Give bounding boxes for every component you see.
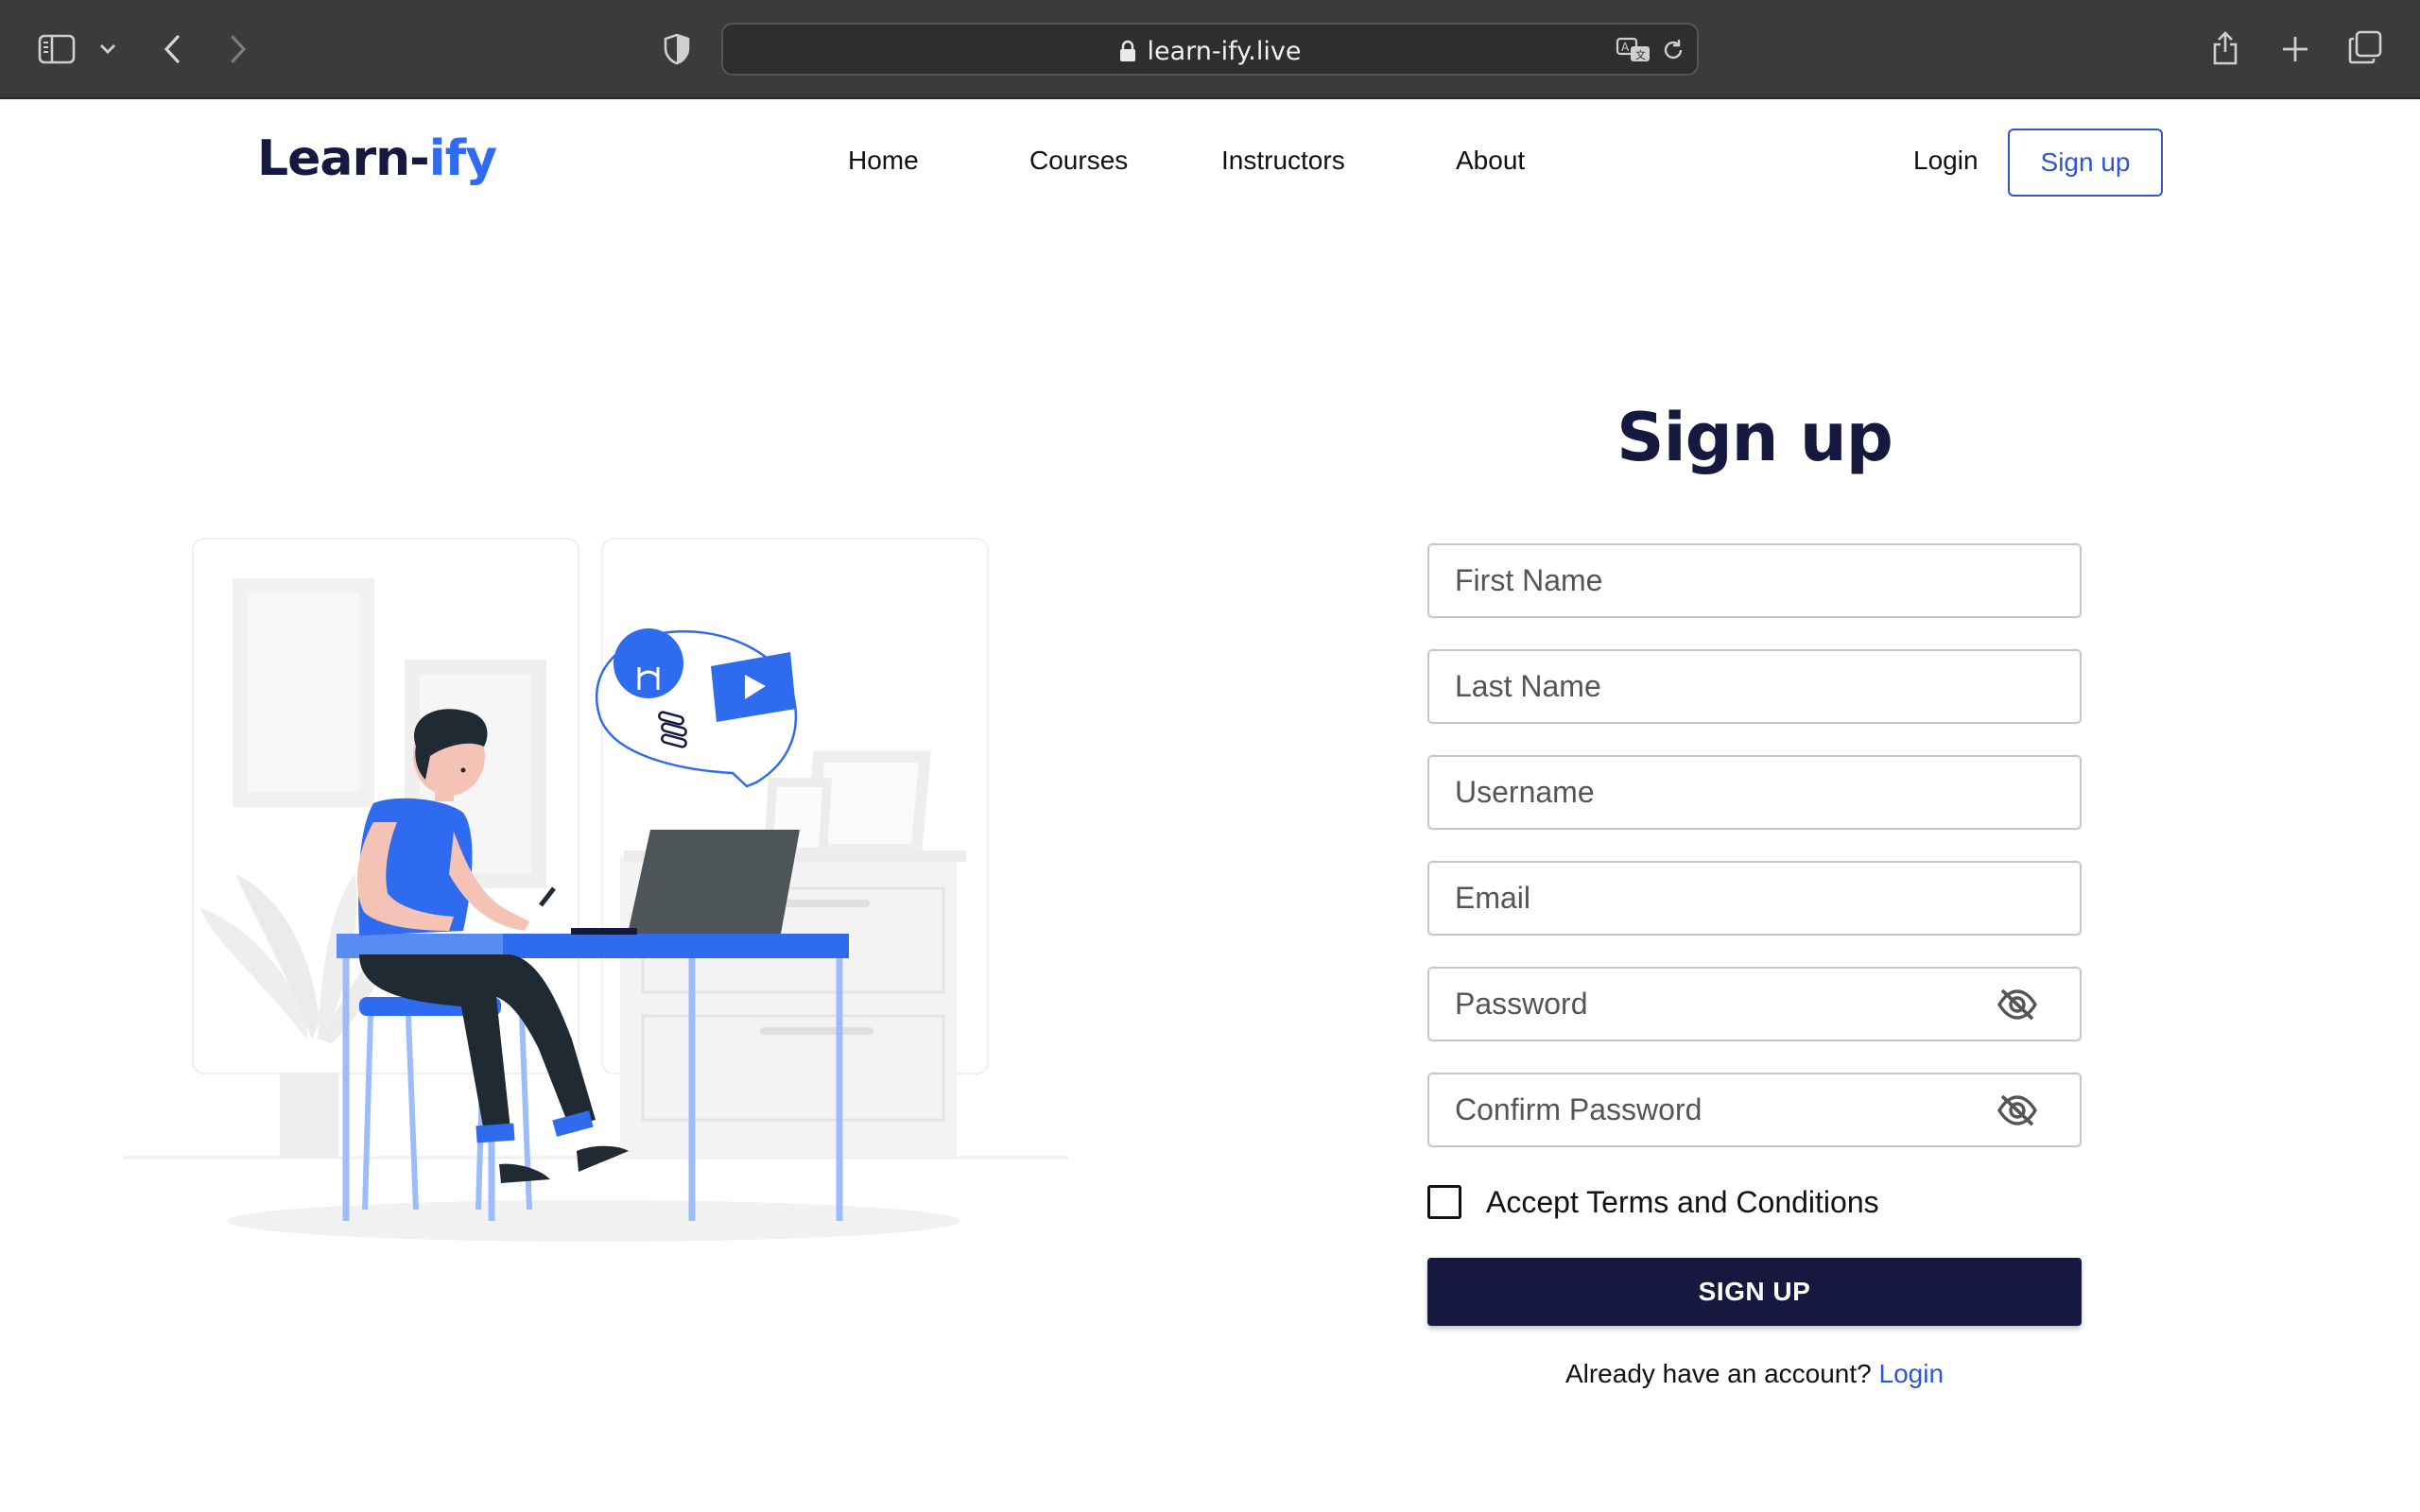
nav-signup-button[interactable]: Sign up	[2008, 129, 2163, 197]
share-icon[interactable]	[2206, 25, 2244, 70]
first-name-input[interactable]	[1429, 545, 2080, 616]
confirm-password-field[interactable]	[1427, 1073, 2082, 1147]
signup-submit-button[interactable]: SIGN UP	[1427, 1258, 2082, 1326]
login-prompt: Already have an account? Login	[1427, 1359, 2082, 1389]
tabs-overview-icon[interactable]	[2346, 28, 2384, 66]
terms-checkbox[interactable]	[1427, 1185, 1461, 1219]
nav-about[interactable]: About	[1456, 146, 1525, 176]
url-text: learn-ify.live	[1147, 36, 1302, 66]
eye-off-icon[interactable]	[1996, 1093, 2038, 1132]
browser-toolbar: learn-ify.live A文	[0, 0, 2420, 99]
username-input[interactable]	[1429, 757, 2080, 828]
page-title: Sign up	[1616, 399, 1893, 476]
last-name-input[interactable]	[1429, 651, 2080, 722]
svg-text:A: A	[1621, 41, 1630, 54]
hero-illustration	[113, 529, 1078, 1247]
lock-icon	[1119, 40, 1136, 62]
plus-icon[interactable]	[2276, 30, 2314, 68]
password-input[interactable]	[1429, 969, 2080, 1040]
terms-label[interactable]: Accept Terms and Conditions	[1486, 1185, 1879, 1220]
chevron-down-icon[interactable]	[95, 38, 121, 60]
nav-courses[interactable]: Courses	[1029, 146, 1128, 176]
svg-text:文: 文	[1635, 48, 1646, 61]
chevron-right-icon[interactable]	[221, 30, 255, 68]
terms-row: Accept Terms and Conditions	[1427, 1183, 1879, 1221]
password-field[interactable]	[1427, 967, 2082, 1041]
first-name-field[interactable]	[1427, 543, 2082, 618]
address-bar[interactable]: learn-ify.live A文	[721, 23, 1699, 76]
username-field[interactable]	[1427, 755, 2082, 830]
chevron-left-icon[interactable]	[155, 30, 189, 68]
last-name-field[interactable]	[1427, 649, 2082, 724]
confirm-password-input[interactable]	[1429, 1074, 2080, 1145]
shield-icon[interactable]	[658, 30, 696, 68]
translate-icon[interactable]: A文	[1615, 36, 1652, 64]
nav-login-link[interactable]: Login	[1913, 146, 1979, 176]
email-input[interactable]	[1429, 863, 2080, 934]
email-field[interactable]	[1427, 861, 2082, 936]
nav-home[interactable]: Home	[848, 146, 919, 176]
reload-icon[interactable]	[1659, 36, 1687, 64]
login-prompt-text: Already have an account?	[1564, 1359, 1872, 1388]
eye-off-icon[interactable]	[1996, 988, 2038, 1026]
login-link[interactable]: Login	[1879, 1359, 1945, 1388]
site-logo[interactable]: Learn-ify	[257, 130, 497, 187]
sidebar-icon[interactable]	[36, 30, 78, 68]
nav-instructors[interactable]: Instructors	[1221, 146, 1345, 176]
